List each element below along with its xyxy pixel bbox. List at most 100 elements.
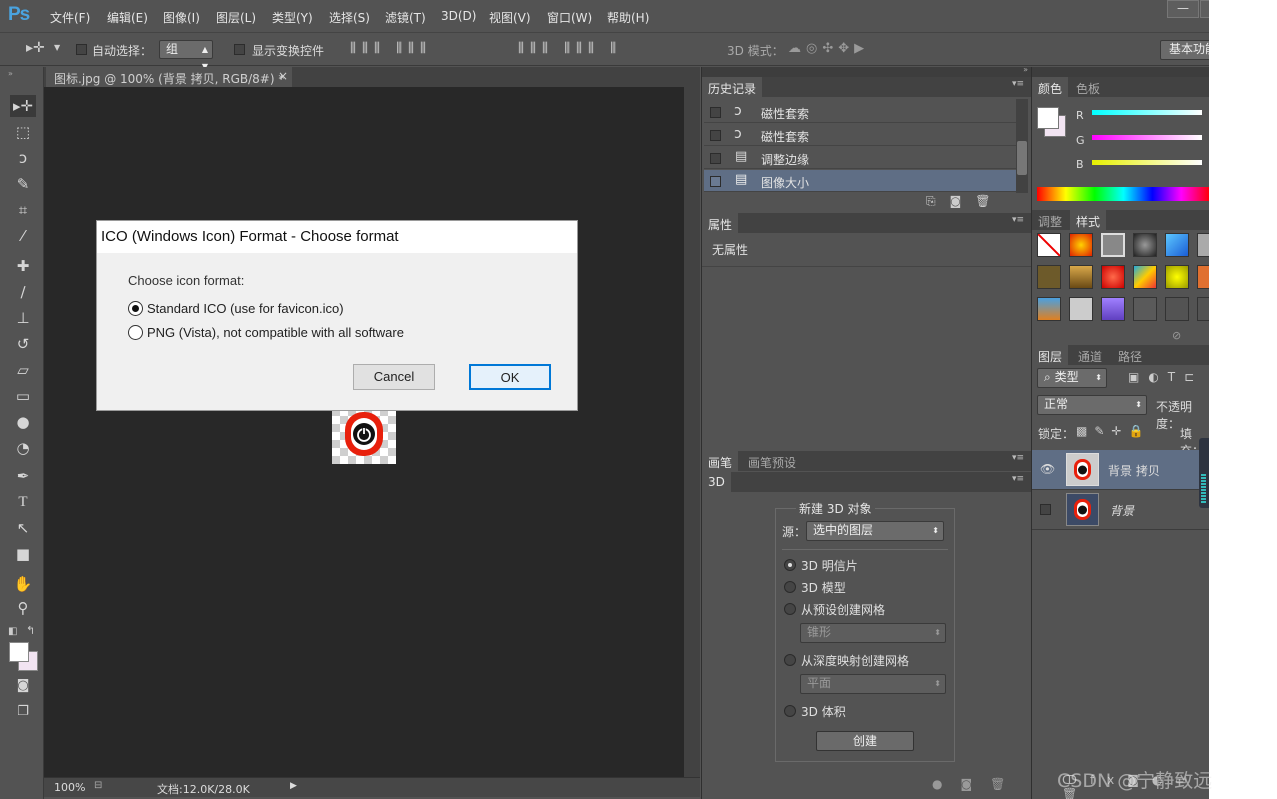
menu-select[interactable]: 选择(S)	[329, 9, 370, 26]
default-colors-icon[interactable]: ◧	[8, 626, 17, 637]
move-tool-icon[interactable]: ▸✛	[10, 95, 36, 117]
collapse-icon[interactable]: »	[1023, 65, 1028, 74]
standard-ico-radio[interactable]	[128, 301, 143, 316]
png-vista-radio[interactable]	[128, 325, 143, 340]
style-swatch[interactable]	[1069, 297, 1093, 321]
hand-tool-icon[interactable]: ✋	[10, 573, 36, 595]
zoom-level[interactable]: 100%	[54, 781, 85, 794]
style-swatch[interactable]	[1197, 297, 1209, 321]
restore-button[interactable]: □	[1200, 0, 1209, 18]
style-swatch[interactable]	[1133, 297, 1157, 321]
minimize-button[interactable]: —	[1167, 0, 1199, 18]
cancel-button[interactable]: Cancel	[353, 364, 435, 390]
tab-brush-presets[interactable]: 画笔预设	[742, 451, 802, 471]
menu-type[interactable]: 类型(Y)	[272, 9, 313, 26]
history-snapshot-checkbox[interactable]	[710, 107, 721, 118]
tab-3d[interactable]: 3D	[702, 472, 731, 492]
workspace-button[interactable]: 基本功能	[1160, 40, 1209, 60]
tab-properties[interactable]: 属性	[702, 213, 739, 233]
3d-volume-label[interactable]: 3D 体积	[801, 703, 846, 720]
layer-row-selected[interactable]: 👁 背景 拷贝	[1032, 450, 1209, 490]
3d-footer-icons[interactable]: ●◙🗑	[932, 777, 1023, 791]
style-none-swatch[interactable]	[1037, 233, 1061, 257]
r-slider[interactable]	[1092, 110, 1202, 115]
panel-menu-icon[interactable]: ▾≡	[1012, 453, 1024, 463]
b-slider[interactable]	[1092, 160, 1202, 165]
3d-model-label[interactable]: 3D 模型	[801, 579, 846, 596]
menu-image[interactable]: 图像(I)	[163, 9, 200, 26]
tab-styles[interactable]: 样式	[1070, 210, 1107, 230]
layer-name[interactable]: 背景	[1110, 502, 1134, 519]
auto-select-checkbox[interactable]	[76, 44, 87, 55]
tab-history[interactable]: 历史记录	[702, 77, 763, 97]
3d-mode-icons[interactable]: ☁◎✣✥▶	[788, 41, 869, 56]
style-swatch[interactable]	[1101, 297, 1125, 321]
eyedropper-tool-icon[interactable]: ⁄	[10, 225, 36, 247]
stamp-tool-icon[interactable]: ⊥	[10, 307, 36, 329]
menu-file[interactable]: 文件(F)	[50, 9, 90, 26]
quick-select-tool-icon[interactable]: ✎	[10, 173, 36, 195]
3d-model-radio[interactable]	[784, 581, 796, 593]
dodge-tool-icon[interactable]: ◔	[10, 437, 36, 459]
depth-dropdown[interactable]: 平面 ⬍	[800, 674, 946, 694]
history-item[interactable]: ▤ 调整边缘	[704, 147, 1016, 169]
history-item[interactable]: ↄ 磁性套索	[704, 124, 1016, 146]
3d-volume-radio[interactable]	[784, 705, 796, 717]
history-snapshot-checkbox[interactable]	[710, 153, 721, 164]
menu-layer[interactable]: 图层(L)	[216, 9, 256, 26]
color-ramp[interactable]	[1037, 187, 1209, 201]
type-tool-icon[interactable]: T	[10, 491, 36, 513]
mesh-from-depth-label[interactable]: 从深度映射创建网格	[801, 652, 909, 669]
show-transform-checkbox[interactable]	[234, 44, 245, 55]
lock-icons[interactable]: ▩✎✛🔒	[1076, 424, 1150, 438]
auto-select-dropdown[interactable]: 组 ▲▼	[159, 40, 213, 71]
status-menu-arrow-icon[interactable]: ▶	[290, 781, 297, 791]
3d-postcard-radio[interactable]	[784, 559, 796, 571]
mesh-from-preset-label[interactable]: 从预设创建网格	[801, 601, 885, 618]
style-swatch[interactable]	[1069, 233, 1093, 257]
png-vista-label[interactable]: PNG (Vista), not compatible with all sof…	[147, 325, 404, 340]
blur-tool-icon[interactable]: ●	[10, 411, 36, 433]
tab-channels[interactable]: 通道	[1072, 345, 1108, 365]
style-swatch[interactable]	[1165, 233, 1189, 257]
style-swatch[interactable]	[1101, 233, 1125, 257]
move-tool-preset-icon[interactable]: ▸✛	[26, 40, 45, 56]
style-swatch[interactable]	[1197, 265, 1209, 289]
style-swatch[interactable]	[1165, 265, 1189, 289]
preview-icon[interactable]: ⊟	[94, 780, 102, 791]
style-swatch[interactable]	[1197, 233, 1209, 257]
vertical-scrollbar[interactable]	[684, 87, 700, 777]
style-swatch[interactable]	[1037, 265, 1061, 289]
history-scrollbar[interactable]	[1016, 99, 1028, 193]
tab-layers[interactable]: 图层	[1032, 345, 1069, 365]
align-icons[interactable]: ⫼⫼⫼ ⫼⫼⫼	[350, 41, 432, 56]
delete-style-icon[interactable]: ⊘	[1172, 329, 1181, 342]
tab-adjustments[interactable]: 调整	[1032, 210, 1068, 230]
ok-button[interactable]: OK	[469, 364, 551, 390]
lasso-tool-icon[interactable]: ↄ	[10, 147, 36, 169]
preset-dropdown[interactable]: 锥形 ⬍	[800, 623, 946, 643]
style-swatch[interactable]	[1037, 297, 1061, 321]
distribute-icons[interactable]: ⫼⫼⫼ ⫼⫼⫼ ⫼	[518, 41, 622, 56]
menu-3d[interactable]: 3D(D)	[441, 9, 476, 23]
fg-color-swatch[interactable]	[1037, 107, 1059, 129]
mesh-from-depth-radio[interactable]	[784, 654, 796, 666]
layer-filter-icons[interactable]: ▣◐T⊏	[1128, 370, 1203, 384]
style-swatch[interactable]	[1133, 265, 1157, 289]
history-item[interactable]: ↄ 磁性套索	[704, 101, 1016, 123]
menu-window[interactable]: 窗口(W)	[547, 9, 592, 26]
history-snapshot-checkbox[interactable]	[710, 176, 721, 187]
visibility-toggle[interactable]	[1040, 504, 1051, 515]
style-swatch[interactable]	[1101, 265, 1125, 289]
quick-mask-icon[interactable]: ◙	[10, 675, 36, 697]
layers-scrollbar[interactable]	[1199, 438, 1209, 508]
blend-mode-dropdown[interactable]: 正常 ⬍	[1037, 395, 1147, 415]
crop-tool-icon[interactable]: ⌗	[10, 199, 36, 221]
history-actions-icons[interactable]: ⎘◙🗑	[926, 194, 1004, 209]
style-swatch[interactable]	[1133, 233, 1157, 257]
3d-postcard-label[interactable]: 3D 明信片	[801, 557, 858, 574]
close-icon[interactable]: ×	[278, 69, 288, 83]
eye-icon[interactable]: 👁	[1040, 462, 1055, 476]
marquee-tool-icon[interactable]: ⬚	[10, 121, 36, 143]
gradient-tool-icon[interactable]: ▭	[10, 385, 36, 407]
